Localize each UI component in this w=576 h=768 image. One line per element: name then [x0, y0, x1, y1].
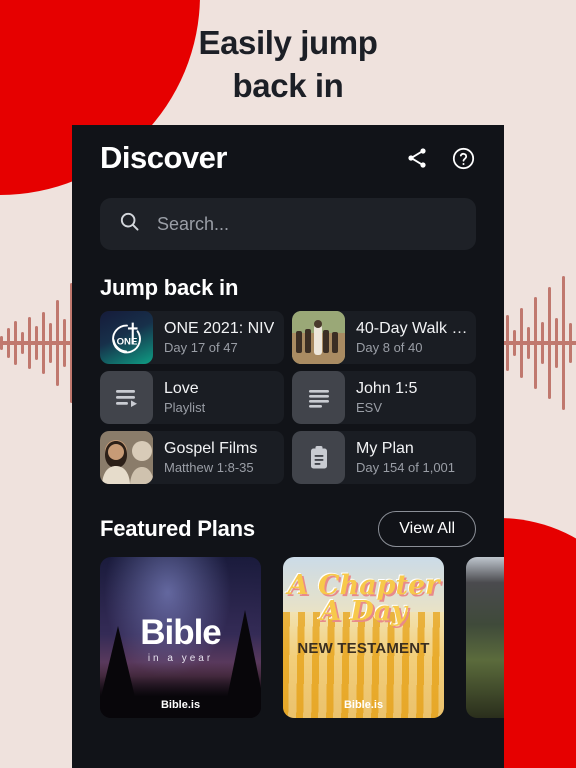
walk-photo-thumb	[292, 311, 345, 364]
plan-card-title-line-2: A Day	[320, 596, 407, 628]
gospel-photo-thumb	[100, 431, 153, 484]
clipboard-icon	[292, 431, 345, 484]
search-bar[interactable]: Search...	[100, 198, 476, 250]
help-icon[interactable]	[450, 145, 476, 171]
plan-card-footer: Bible.is	[160, 699, 201, 711]
featured-plans-title: Featured Plans	[100, 516, 255, 541]
jump-card-subtitle: Day 154 of 1,001	[356, 460, 456, 476]
jump-back-in-card[interactable]: My Plan Day 154 of 1,001	[292, 431, 476, 484]
plan-card-subtitle: NEW TESTAMENT	[297, 640, 430, 657]
jump-card-title: John 1:5	[356, 379, 418, 397]
plan-card-title: Bible	[140, 613, 222, 652]
plan-card-title: A Chapter A Day	[283, 572, 444, 628]
playlist-icon	[100, 371, 153, 424]
jump-card-subtitle: Day 8 of 40	[356, 340, 423, 356]
view-all-button[interactable]: View All	[378, 511, 476, 547]
plan-card-footer: Bible.is	[343, 699, 384, 711]
jump-card-title: ONE 2021: NIV	[164, 319, 275, 337]
jump-card-text: Gospel Films Matthew 1:8-35	[153, 440, 263, 476]
jump-back-in-title: Jump back in	[100, 275, 239, 300]
jump-back-in-header: Jump back in	[100, 275, 476, 301]
jump-back-in-card[interactable]: John 1:5 ESV	[292, 371, 476, 424]
plan-card-third-partial[interactable]	[466, 557, 504, 718]
jump-back-in-card[interactable]: Gospel Films Matthew 1:8-35	[100, 431, 284, 484]
jump-card-text: ONE 2021: NIV Day 17 of 47	[153, 320, 280, 356]
app-screenshot-panel: Discover Search... Jump back in ONE ONE …	[72, 125, 504, 768]
jump-card-text: John 1:5 ESV	[345, 380, 423, 416]
jump-back-in-card[interactable]: ONE ONE 2021: NIV Day 17 of 47	[100, 311, 284, 364]
share-icon[interactable]	[404, 145, 430, 171]
one-logo-thumb: ONE	[100, 311, 153, 364]
header-actions	[404, 145, 476, 171]
page-title: Discover	[100, 140, 227, 175]
jump-card-text: My Plan Day 154 of 1,001	[345, 440, 461, 476]
plan-card-subtitle: in a year	[147, 653, 214, 664]
jump-back-in-card[interactable]: 40-Day Walk wit… Day 8 of 40	[292, 311, 476, 364]
jump-card-title: Love	[164, 379, 199, 397]
featured-plans-header: Featured Plans View All	[100, 511, 476, 547]
plan-card-bible-in-a-year[interactable]: Bible in a year Bible.is	[100, 557, 261, 718]
jump-card-subtitle: Playlist	[164, 400, 206, 416]
app-header: Discover	[72, 125, 504, 182]
text-lines-icon	[292, 371, 345, 424]
featured-plans-row: Bible in a year Bible.is A Chapter A Day…	[100, 557, 504, 718]
jump-card-title: My Plan	[356, 439, 414, 457]
promo-headline: Easily jump back in	[0, 22, 576, 108]
jump-card-title: 40-Day Walk wit…	[356, 319, 470, 337]
jump-card-text: 40-Day Walk wit… Day 8 of 40	[345, 320, 476, 356]
jump-card-text: Love Playlist	[153, 380, 211, 416]
search-icon	[118, 210, 141, 238]
svg-text:ONE: ONE	[116, 336, 137, 347]
jump-back-in-grid: ONE ONE 2021: NIV Day 17 of 47 40-Day Wa…	[100, 311, 476, 484]
plan-card-a-chapter-a-day[interactable]: A Chapter A Day NEW TESTAMENT Bible.is	[283, 557, 444, 718]
promo-headline-line-1: Easily jump	[198, 24, 378, 61]
jump-card-title: Gospel Films	[164, 439, 258, 457]
jump-card-subtitle: ESV	[356, 400, 383, 416]
jump-card-subtitle: Day 17 of 47	[164, 340, 238, 356]
search-input[interactable]: Search...	[157, 214, 229, 235]
promo-headline-line-2: back in	[232, 66, 344, 104]
jump-card-subtitle: Matthew 1:8-35	[164, 460, 254, 476]
jump-back-in-card[interactable]: Love Playlist	[100, 371, 284, 424]
